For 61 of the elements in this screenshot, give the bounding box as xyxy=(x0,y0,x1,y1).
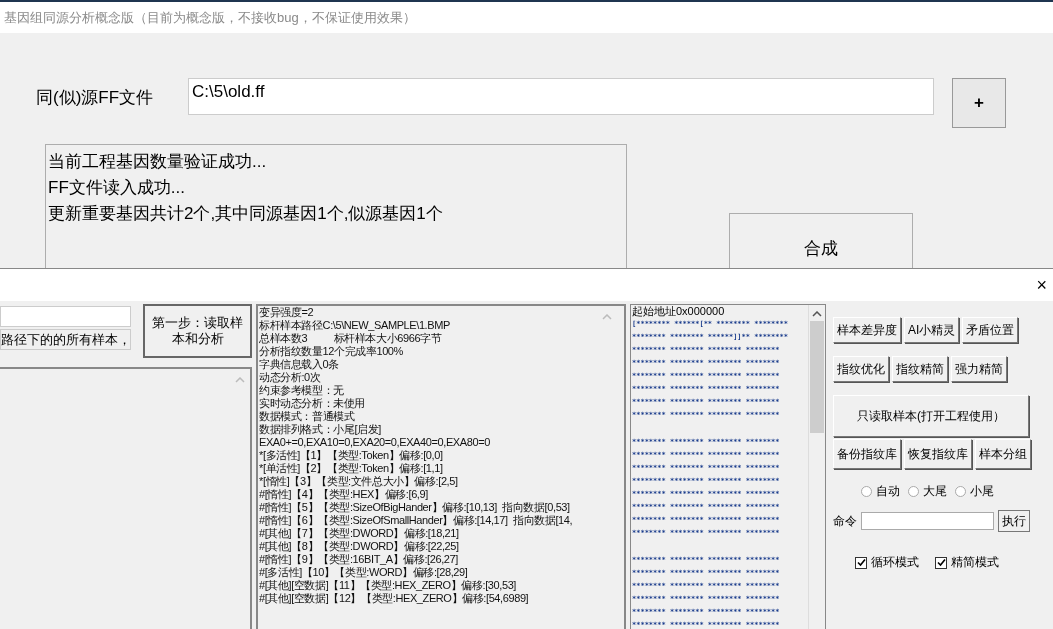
tool-button[interactable]: 恢复指纹库 xyxy=(904,439,972,469)
radio-label: 大尾 xyxy=(923,483,947,500)
checkbox-label: 循环模式 xyxy=(871,554,919,571)
tool-button[interactable]: 备份指纹库 xyxy=(833,439,901,469)
report-line: 数据排列格式：小尾[启发] xyxy=(259,423,381,436)
read-samples-button[interactable]: 第一步：读取样本和分析 xyxy=(143,304,252,358)
report-line: 实时动态分析：未使用 xyxy=(259,397,365,410)
report-line: EXA0+=0,EXA10=0,EXA20=0,EXA40=0,EXA80=0 xyxy=(259,436,490,449)
start-address: 起始地址0x000000 xyxy=(632,305,726,318)
tool-button[interactable]: 只读取样本(打开工程使用） xyxy=(833,395,1029,437)
report-line: 字典信息载入0条 xyxy=(259,358,339,371)
radio-button[interactable] xyxy=(908,486,919,497)
report-line: 标杆样本路径C:\5\NEW_SAMPLE\1.BMP xyxy=(259,319,450,332)
close-button[interactable]: × xyxy=(1030,274,1053,296)
report-line: #[惰性]【4】【类型:HEX】偏移:[6,9] xyxy=(259,488,428,501)
command-field[interactable] xyxy=(861,512,994,530)
tool-button[interactable]: 样本分组 xyxy=(975,439,1031,469)
report-line: *[单活性]【2】【类型:Token】偏移:[1,1] xyxy=(259,462,443,475)
log-line: 更新重要基因共计2个,其中同源基因1个,似源基因1个 xyxy=(48,203,444,225)
radio-button[interactable] xyxy=(955,486,966,497)
tool-button[interactable]: 指纹优化 xyxy=(833,356,889,382)
checkbox[interactable] xyxy=(935,556,947,569)
run-button[interactable]: 执行 xyxy=(998,510,1030,532)
tool-button[interactable]: 指纹精简 xyxy=(892,356,948,382)
path-field[interactable] xyxy=(0,306,131,327)
scroll-up-icon[interactable] xyxy=(812,311,822,317)
report-line: *[惰性]【3】【类型:文件总大小】偏移:[2,5] xyxy=(259,475,458,488)
merge-button[interactable]: 合成 xyxy=(729,213,913,268)
scrollbar[interactable] xyxy=(808,305,825,629)
report-line: #[多活性]【10】【类型:WORD】偏移:[28,29] xyxy=(259,566,468,579)
report-line: 约束参考模型：无 xyxy=(259,384,344,397)
command-label: 命令 xyxy=(833,512,857,530)
report-line: #[其他][空数据]【11】【类型:HEX_ZERO】偏移:[30,53] xyxy=(259,579,516,592)
path-hint: 路径下的的所有样本， xyxy=(0,329,131,350)
report-line: 分析指纹数量12个完成率100% xyxy=(259,345,403,358)
tool-button[interactable]: AI小精灵 xyxy=(904,317,960,343)
tool-button[interactable]: 矛盾位置 xyxy=(962,317,1019,343)
checkbox-label: 精简模式 xyxy=(951,554,999,571)
report-line: 变异强度=2 xyxy=(259,306,314,319)
report-line: 动态分析:0次 xyxy=(259,371,321,384)
tool-button[interactable]: 样本差异度 xyxy=(833,317,901,343)
report-line: #[惰性]【9】【类型:16BIT_A】偏移:[26,27] xyxy=(259,553,458,566)
report-line: #[惰性]【6】【类型:SizeOfSmallHander】偏移:[14,17] 指向数据[14, xyxy=(259,514,573,527)
report-line: #[其他][空数据]【12】【类型:HEX_ZERO】偏移:[54,6989] xyxy=(259,592,529,605)
radio-label: 小尾 xyxy=(970,483,994,500)
report-line: 数据模式：普通模式 xyxy=(259,410,355,423)
add-button[interactable]: + xyxy=(952,78,1006,128)
window-title: 基因组同源分析概念版（目前为概念版，不接收bug，不保证使用效果） xyxy=(4,8,416,27)
tool-button[interactable]: 强力精简 xyxy=(951,356,1007,382)
report-line: *[多活性]【1】【类型:Token】偏移:[0,0] xyxy=(259,449,443,462)
report-line: #[其他]【8】【类型:DWORD】偏移:[22,25] xyxy=(259,540,459,553)
report-line: #[其他]【7】【类型:DWORD】偏移:[18,21] xyxy=(259,527,459,540)
source-path-field[interactable]: C:\5\old.ff xyxy=(188,78,934,115)
radio-button[interactable] xyxy=(861,486,872,497)
checkbox[interactable] xyxy=(855,556,867,569)
source-label: 同(似)源FF文件 xyxy=(36,87,155,109)
report-line: 总样本数3 标杆样本大小6966字节 xyxy=(259,332,442,345)
log-line: FF文件读入成功... xyxy=(48,177,186,199)
log-line: 当前工程基因数量验证成功... xyxy=(48,151,268,173)
report-line: #[惰性]【5】【类型:SizeOfBigHander】偏移:[10,13] 指向数据[0,53] xyxy=(259,501,570,514)
radio-label: 自动 xyxy=(876,483,900,500)
